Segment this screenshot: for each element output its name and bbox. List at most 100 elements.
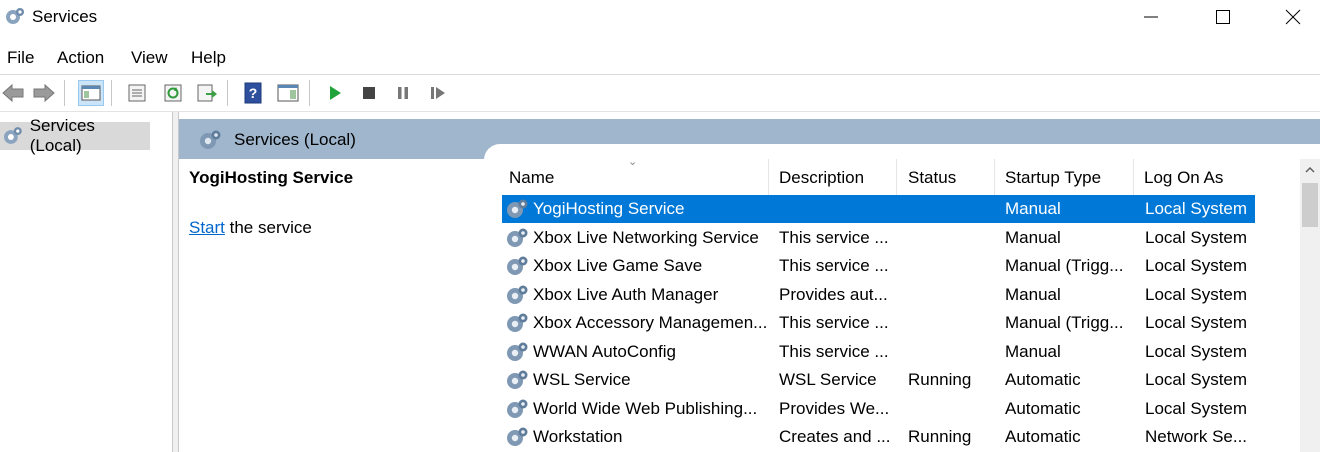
- cell-log-on-as: Local System: [1145, 199, 1248, 218]
- toolbar-separator: [227, 80, 228, 106]
- column-header-status[interactable]: Status: [897, 159, 995, 195]
- cell-name: Xbox Live Networking Service: [533, 227, 759, 247]
- show-action-pane-button[interactable]: [275, 80, 301, 106]
- service-row[interactable]: WWAN AutoConfig This service ... Manual Loc…: [502, 338, 1255, 366]
- service-action-text: the service: [224, 218, 312, 237]
- help-button[interactable]: ?: [240, 80, 266, 106]
- cell-name: Xbox Live Game Save: [533, 256, 703, 275]
- service-row[interactable]: WSL Service WSL Service Running Automatic Lo…: [502, 366, 1255, 394]
- resume-service-icon: [431, 87, 445, 99]
- vertical-scrollbar[interactable]: [1300, 159, 1320, 452]
- start-service-button[interactable]: [322, 80, 348, 106]
- cell-log-on-as: Local System: [1145, 256, 1248, 275]
- stop-service-button[interactable]: [356, 80, 382, 106]
- column-header-name[interactable]: ⌄ Name: [498, 159, 769, 195]
- refresh-button[interactable]: [160, 80, 186, 106]
- cell-description: Creates and ...: [779, 427, 891, 446]
- gears-icon: [200, 130, 221, 149]
- tree-item-services-local[interactable]: Services (Local): [0, 116, 150, 155]
- start-service-link[interactable]: Start: [189, 218, 225, 237]
- service-action: Start the service: [189, 218, 312, 238]
- cell-log-on-as: Local System: [1145, 227, 1248, 247]
- gears-icon: [6, 8, 24, 24]
- service-gear-icon: [507, 199, 528, 218]
- console-tree: Services (Local): [0, 112, 172, 452]
- cell-startup-type: Manual (Trigg...: [1005, 313, 1124, 332]
- service-row[interactable]: Workstation Creates and ... Running Automat…: [502, 423, 1255, 451]
- toolbar-separator: [64, 80, 65, 106]
- service-row[interactable]: Xbox Live Networking Service This service…: [502, 224, 1255, 252]
- service-row[interactable]: Xbox Live Auth Manager Provides aut... Man…: [502, 281, 1255, 309]
- menu-divider: [0, 74, 1320, 75]
- column-header-label: Log On As: [1144, 168, 1224, 187]
- menu-bar: File Action View Help: [0, 44, 1320, 72]
- menu-help[interactable]: Help: [191, 48, 226, 68]
- cell-description: WSL Service: [779, 370, 877, 389]
- cell-startup-type: Automatic: [1005, 398, 1081, 418]
- cell-description: This service ...: [779, 341, 889, 361]
- cell-log-on-as: Local System: [1145, 398, 1248, 418]
- stop-service-icon: [363, 87, 375, 99]
- properties-button[interactable]: [124, 80, 150, 106]
- title-bar: Services: [0, 0, 1320, 36]
- pause-service-button[interactable]: [390, 80, 416, 106]
- forward-button[interactable]: [31, 80, 57, 106]
- scroll-up-icon[interactable]: [1305, 165, 1315, 175]
- service-row[interactable]: World Wide Web Publishing... Provides We.…: [502, 395, 1255, 423]
- console-tree-icon: [81, 85, 101, 101]
- forward-icon: [33, 83, 55, 103]
- service-gear-icon: [507, 313, 528, 332]
- minimize-button[interactable]: [1116, 0, 1186, 34]
- tree-item-label: Services (Local): [29, 116, 95, 155]
- service-gear-icon: [507, 370, 528, 389]
- menu-view[interactable]: View: [131, 48, 168, 68]
- service-gear-icon: [507, 427, 528, 446]
- cell-name: WWAN AutoConfig: [533, 341, 676, 361]
- back-icon: [2, 83, 24, 103]
- menu-action[interactable]: Action: [57, 48, 104, 68]
- service-row[interactable]: Xbox Accessory Managemen... This service …: [502, 309, 1255, 337]
- minimize-icon: [1144, 16, 1158, 18]
- cell-name: World Wide Web Publishing...: [533, 398, 758, 418]
- window-title: Services: [32, 7, 98, 26]
- column-header-startup-type[interactable]: Startup Type: [994, 159, 1134, 195]
- cell-name: WSL Service: [533, 370, 631, 389]
- column-header-label: Name: [509, 168, 555, 187]
- column-header-log-on-as[interactable]: Log On As: [1133, 159, 1258, 195]
- cell-status: Running: [908, 370, 972, 389]
- cell-name: Workstation: [533, 427, 623, 446]
- export-list-icon: [197, 84, 217, 102]
- cell-description: This service ...: [779, 227, 889, 247]
- service-gear-icon: [507, 256, 528, 275]
- toolbar-separator: [111, 80, 112, 106]
- column-header-description[interactable]: Description: [768, 159, 897, 195]
- cell-log-on-as: Network Se...: [1145, 427, 1248, 446]
- pause-service-icon: [398, 87, 408, 99]
- service-gear-icon: [507, 342, 528, 361]
- pane-splitter[interactable]: [172, 112, 179, 452]
- cell-description: Provides We...: [779, 398, 890, 418]
- selected-service-title: YogiHosting Service: [189, 168, 354, 187]
- service-gear-icon: [507, 399, 528, 418]
- cell-startup-type: Manual: [1005, 284, 1061, 304]
- service-row[interactable]: YogiHosting Service Manual Local System: [502, 195, 1255, 223]
- cell-status: Running: [908, 427, 972, 446]
- toolbar-divider: [0, 111, 1320, 112]
- cell-log-on-as: Local System: [1145, 284, 1248, 304]
- scrollbar-thumb[interactable]: [1302, 183, 1318, 227]
- properties-icon: [128, 84, 146, 102]
- back-button[interactable]: [0, 80, 26, 106]
- maximize-button[interactable]: [1188, 0, 1258, 34]
- resume-service-button[interactable]: [425, 80, 451, 106]
- cell-name: Xbox Live Auth Manager: [533, 284, 719, 304]
- sort-indicator-icon: ⌄: [628, 159, 638, 168]
- console-tree-button[interactable]: [78, 80, 104, 106]
- close-button[interactable]: [1258, 0, 1320, 34]
- cell-log-on-as: Local System: [1145, 313, 1248, 332]
- close-icon: [1285, 9, 1301, 25]
- cell-startup-type: Manual: [1005, 341, 1061, 361]
- pane-tab-curve: [484, 144, 1320, 160]
- service-row[interactable]: Xbox Live Game Save This service ... Manua…: [502, 252, 1255, 280]
- menu-file[interactable]: File: [7, 48, 34, 68]
- export-list-button[interactable]: [194, 80, 220, 106]
